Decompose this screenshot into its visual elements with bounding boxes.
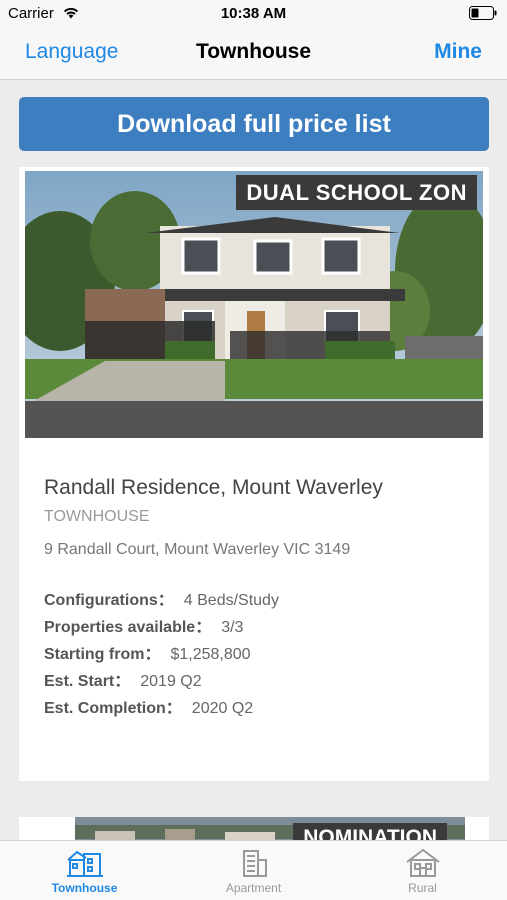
nav-bar: Language Townhouse Mine [0, 28, 507, 80]
apartment-icon [242, 850, 267, 877]
townhouse-photo [25, 171, 483, 438]
listing-card[interactable]: DUAL SCHOOL ZON Randall Residence, Mount… [19, 167, 489, 781]
tab-bar: Townhouse Apartment Rural [0, 840, 507, 900]
listing-type: TOWNHOUSE [44, 508, 150, 525]
detail-value: 2020 Q2 [191, 700, 254, 717]
detail-est-start: Est. Start： 2019 Q2 [44, 667, 202, 691]
detail-label: Est. Start： [44, 673, 131, 690]
page-title: Townhouse [195, 40, 312, 63]
listing-tag: DUAL SCHOOL ZON [236, 175, 477, 210]
detail-label: Configurations： [44, 592, 174, 609]
mine-button[interactable]: Mine [434, 40, 482, 64]
detail-starting-from: Starting from： $1,258,800 [44, 640, 251, 664]
rural-house-icon [405, 848, 440, 877]
status-bar: Carrier 10:38 AM [0, 0, 507, 28]
detail-configurations: Configurations： 4 Beds/Study [44, 586, 279, 610]
tab-townhouse[interactable]: Townhouse [0, 841, 169, 900]
listing-title: Randall Residence, Mount Waverley [44, 476, 383, 499]
detail-properties-available: Properties available： 3/3 [44, 613, 243, 637]
detail-label: Starting from： [44, 646, 161, 663]
listing-address: 9 Randall Court, Mount Waverley VIC 3149 [44, 541, 351, 558]
battery-icon [469, 6, 497, 20]
detail-label: Properties available： [44, 619, 212, 636]
tab-label: Apartment [225, 881, 282, 895]
detail-value: 4 Beds/Study [183, 592, 279, 609]
tab-label: Rural [408, 881, 437, 895]
tab-rural[interactable]: Rural [338, 841, 507, 900]
detail-value: 3/3 [221, 619, 244, 636]
detail-label: Est. Completion： [44, 700, 182, 717]
listing-photo[interactable]: DUAL SCHOOL ZON [25, 171, 483, 438]
detail-value: $1,258,800 [170, 646, 251, 663]
tab-apartment[interactable]: Apartment [169, 841, 338, 900]
tab-label: Townhouse [51, 881, 118, 895]
status-time: 10:38 AM [220, 5, 287, 22]
townhouse-icon [66, 850, 103, 877]
detail-est-completion: Est. Completion： 2020 Q2 [44, 694, 253, 718]
download-price-list-button[interactable]: Download full price list [19, 97, 489, 151]
detail-value: 2019 Q2 [140, 673, 202, 690]
